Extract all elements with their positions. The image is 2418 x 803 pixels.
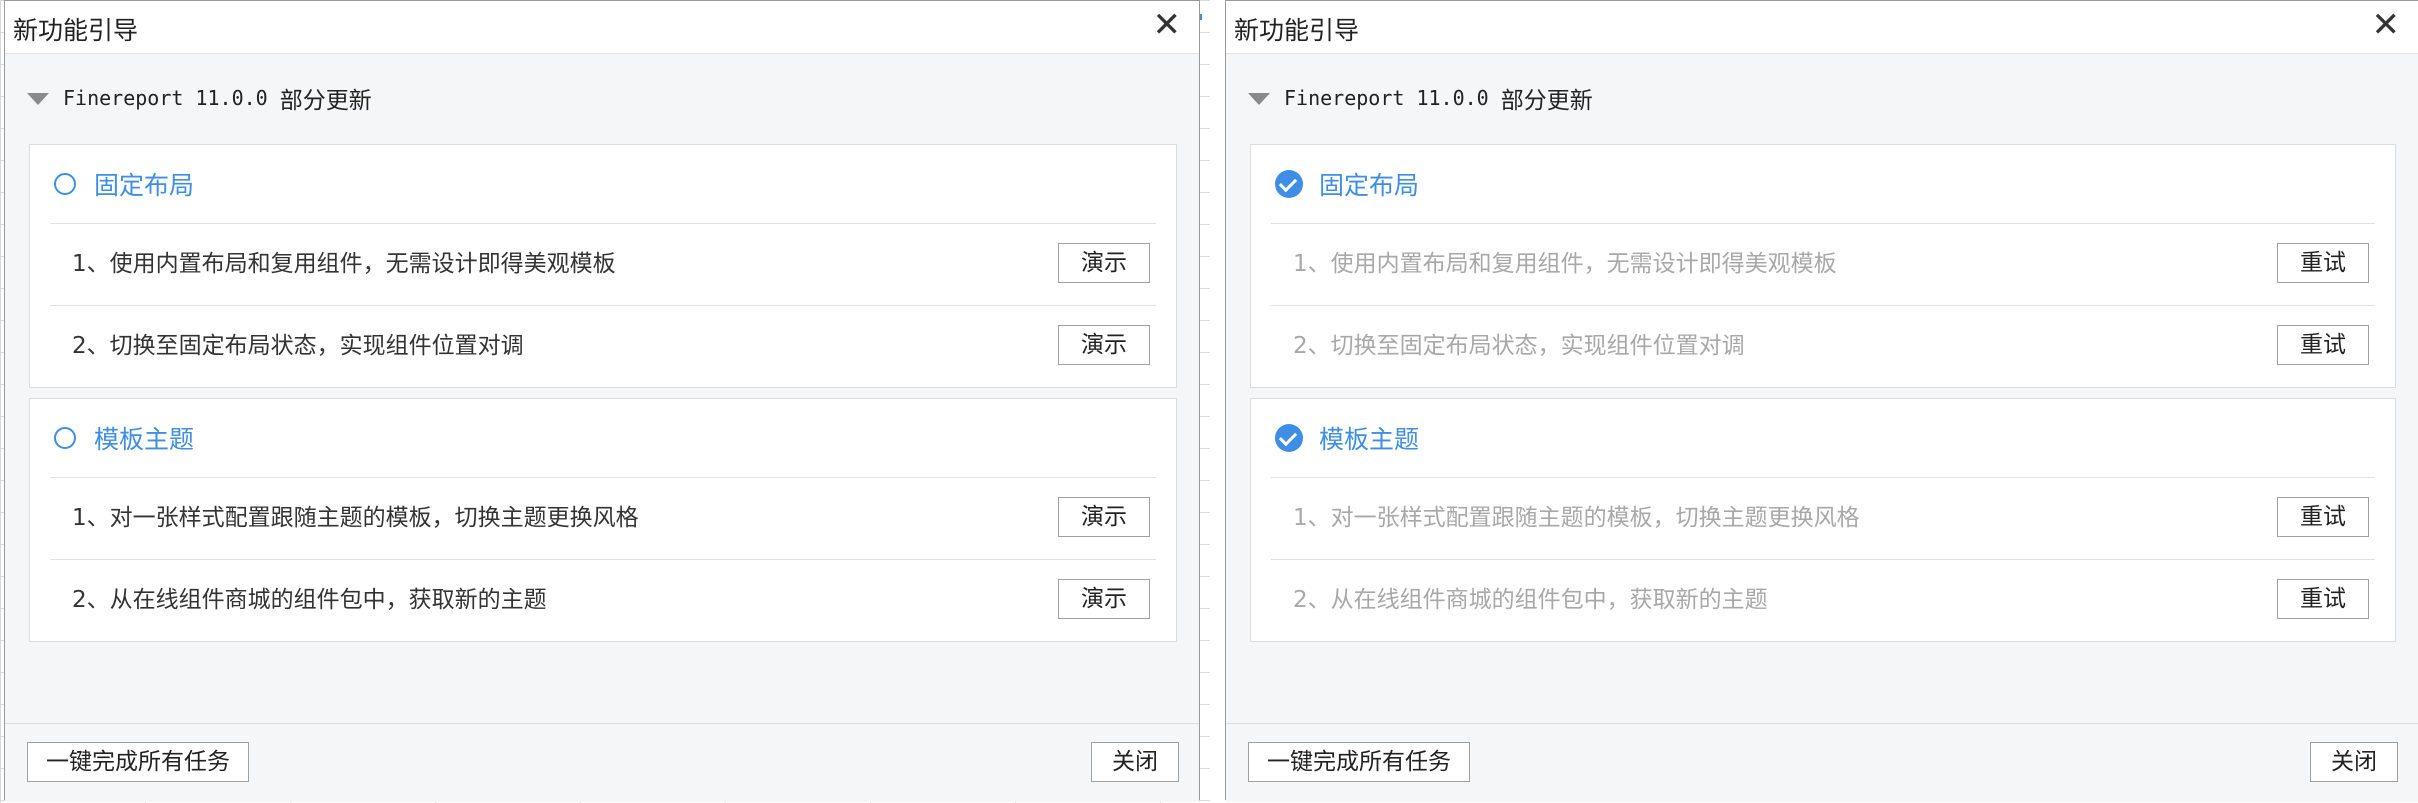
task-group-fixed-layout: 固定布局 1、使用内置布局和复用组件，无需设计即得美观模板 重试 2、切换至固定…	[1250, 144, 2396, 388]
task-row: 1、使用内置布局和复用组件，无需设计即得美观模板 演示	[50, 223, 1156, 305]
task-group-template-theme: 模板主题 1、对一张样式配置跟随主题的模板，切换主题更换风格 演示 2、从在线组…	[29, 398, 1177, 642]
task-group-template-theme: 模板主题 1、对一张样式配置跟随主题的模板，切换主题更换风格 重试 2、从在线组…	[1250, 398, 2396, 642]
group-header: 模板主题	[30, 399, 1176, 477]
version-label: Finereport 11.0.0	[63, 86, 268, 110]
demo-button[interactable]: 演示	[1058, 243, 1150, 283]
demo-button[interactable]: 演示	[1058, 325, 1150, 365]
complete-all-tasks-button[interactable]: 一键完成所有任务	[1248, 742, 1470, 782]
task-row: 2、切换至固定布局状态，实现组件位置对调 演示	[50, 305, 1156, 387]
task-group-fixed-layout: 固定布局 1、使用内置布局和复用组件，无需设计即得美观模板 演示 2、切换至固定…	[29, 144, 1177, 388]
title-bar: 新功能引导 ✕	[1226, 1, 2418, 54]
close-icon[interactable]: ✕	[2372, 7, 2401, 43]
group-header: 模板主题	[1251, 399, 2395, 477]
task-label: 2、切换至固定布局状态，实现组件位置对调	[1293, 333, 1745, 359]
task-label: 1、对一张样式配置跟随主题的模板，切换主题更换风格	[72, 505, 639, 531]
close-button[interactable]: 关闭	[1091, 742, 1179, 782]
version-section-toggle[interactable]: Finereport 11.0.0 部分更新	[1248, 81, 1593, 115]
demo-button[interactable]: 演示	[1058, 579, 1150, 619]
task-label: 2、从在线组件商城的组件包中，获取新的主题	[1293, 587, 1768, 613]
dialog-footer: 一键完成所有任务 关闭	[1226, 723, 2418, 802]
version-section-toggle[interactable]: Finereport 11.0.0 部分更新	[27, 81, 372, 115]
collapse-triangle-icon	[1248, 93, 1270, 105]
group-header: 固定布局	[30, 145, 1176, 223]
task-label: 1、使用内置布局和复用组件，无需设计即得美观模板	[72, 251, 616, 277]
group-title: 固定布局	[94, 171, 195, 200]
incomplete-radio-icon	[54, 427, 76, 449]
title-bar: 新功能引导 ✕	[5, 1, 1199, 54]
group-title: 模板主题	[1319, 425, 1420, 454]
task-label: 1、使用内置布局和复用组件，无需设计即得美观模板	[1293, 251, 1837, 277]
group-title: 模板主题	[94, 425, 195, 454]
version-suffix: 部分更新	[279, 88, 372, 114]
dialog-title: 新功能引导	[1234, 16, 1360, 45]
group-header: 固定布局	[1251, 145, 2395, 223]
task-row: 2、切换至固定布局状态，实现组件位置对调 重试	[1271, 305, 2375, 387]
dialog-footer: 一键完成所有任务 关闭	[5, 723, 1199, 802]
task-label: 2、切换至固定布局状态，实现组件位置对调	[72, 333, 524, 359]
version-label: Finereport 11.0.0	[1284, 86, 1489, 110]
retry-button[interactable]: 重试	[2277, 325, 2369, 365]
completed-check-icon	[1275, 170, 1303, 198]
new-feature-guide-dialog: 新功能引导 ✕ Finereport 11.0.0 部分更新 固定布局 1、使用…	[4, 0, 1200, 802]
incomplete-radio-icon	[54, 173, 76, 195]
demo-button[interactable]: 演示	[1058, 497, 1150, 537]
retry-button[interactable]: 重试	[2277, 243, 2369, 283]
complete-all-tasks-button[interactable]: 一键完成所有任务	[27, 742, 249, 782]
task-row: 1、对一张样式配置跟随主题的模板，切换主题更换风格 重试	[1271, 477, 2375, 559]
group-title: 固定布局	[1319, 171, 1420, 200]
close-button[interactable]: 关闭	[2310, 742, 2398, 782]
completed-check-icon	[1275, 424, 1303, 452]
task-row: 2、从在线组件商城的组件包中，获取新的主题 演示	[50, 559, 1156, 641]
collapse-triangle-icon	[27, 93, 49, 105]
task-row: 1、对一张样式配置跟随主题的模板，切换主题更换风格 演示	[50, 477, 1156, 559]
task-row: 2、从在线组件商城的组件包中，获取新的主题 重试	[1271, 559, 2375, 641]
retry-button[interactable]: 重试	[2277, 497, 2369, 537]
task-row: 1、使用内置布局和复用组件，无需设计即得美观模板 重试	[1271, 223, 2375, 305]
task-label: 2、从在线组件商城的组件包中，获取新的主题	[72, 587, 547, 613]
dialog-title: 新功能引导	[13, 16, 139, 45]
retry-button[interactable]: 重试	[2277, 579, 2369, 619]
version-suffix: 部分更新	[1500, 88, 1593, 114]
close-icon[interactable]: ✕	[1153, 7, 1182, 43]
task-label: 1、对一张样式配置跟随主题的模板，切换主题更换风格	[1293, 505, 1860, 531]
new-feature-guide-dialog-completed: 新功能引导 ✕ Finereport 11.0.0 部分更新 固定布局 1、使用…	[1225, 0, 2418, 802]
